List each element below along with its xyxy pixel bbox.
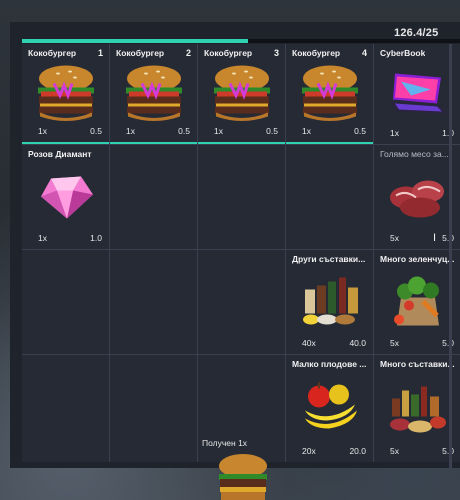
inventory-slot[interactable]: Много зеленчуц... 5x5.0 xyxy=(374,250,460,354)
item-count: 5x xyxy=(390,233,399,243)
burger-icon xyxy=(210,63,274,126)
inventory-slot[interactable] xyxy=(22,250,109,354)
item-name: Голямо месо за... xyxy=(380,149,449,159)
item-count: 1x xyxy=(38,126,47,136)
inventory-slot[interactable]: Кокобургер 2 1x 0.5 xyxy=(110,44,197,144)
weight-bar-fill xyxy=(22,39,248,43)
item-name: Кокобургер xyxy=(292,48,341,58)
item-weight: 0.5 xyxy=(90,126,102,136)
fruit-icon xyxy=(299,380,361,441)
item-weight: 40.0 xyxy=(349,338,366,348)
groceries-icon xyxy=(297,276,363,333)
item-count: 1x xyxy=(302,126,311,136)
item-name: Розов Диамант xyxy=(28,149,92,159)
meat-icon xyxy=(386,172,450,227)
item-name: Малко плодове ... xyxy=(292,359,367,369)
item-count: 1x xyxy=(126,126,135,136)
item-weight: 0.5 xyxy=(266,126,278,136)
inventory-slot[interactable]: Розов Диамант 1x 1.0 xyxy=(22,145,109,249)
dragged-burger-icon xyxy=(219,454,267,500)
inventory-slot[interactable]: CyberBook 1x1.0 xyxy=(374,44,460,144)
inventory-slot[interactable] xyxy=(110,355,197,462)
hotkey-number: 4 xyxy=(361,48,367,58)
item-weight: 20.0 xyxy=(349,446,366,456)
weight-readout: 126.4/25 xyxy=(394,27,439,39)
hotkey-number: 3 xyxy=(273,48,279,58)
inventory-slot[interactable]: Получен 1x xyxy=(198,355,285,462)
burger-icon xyxy=(122,63,186,126)
item-name: Много съставки... xyxy=(380,359,455,369)
item-weight: 1.0 xyxy=(90,233,102,243)
inventory-slot[interactable] xyxy=(198,250,285,354)
item-name: Други съставки... xyxy=(292,254,366,264)
hotkey-number: 2 xyxy=(185,48,191,58)
item-count: 1x xyxy=(38,233,47,243)
laptop-icon xyxy=(387,70,449,123)
hotkey-number: 1 xyxy=(97,48,103,58)
item-count: 5x xyxy=(390,338,399,348)
inventory-scrollbar[interactable] xyxy=(449,44,452,468)
item-count: 20x xyxy=(302,446,316,456)
item-count: 40x xyxy=(302,338,316,348)
item-weight: 0.5 xyxy=(354,126,366,136)
inventory-slot[interactable] xyxy=(110,250,197,354)
inventory-slot[interactable]: Кокобургер 4 1x 0.5 xyxy=(286,44,373,144)
inventory-grid: Кокобургер 1 1x 0.5 Кокобургер 2 1x 0.5 Кокобу… xyxy=(22,44,460,462)
item-name: Кокобургер xyxy=(204,48,253,58)
vegetables-icon xyxy=(387,276,449,333)
ingredients-icon xyxy=(386,382,450,439)
inventory-slot[interactable] xyxy=(286,145,373,249)
inventory-slot[interactable]: Кокобургер 3 1x 0.5 xyxy=(198,44,285,144)
item-weight: 0.5 xyxy=(178,126,190,136)
inventory-slot[interactable]: Кокобургер 1 1x 0.5 xyxy=(22,44,109,144)
burger-icon xyxy=(298,63,362,126)
received-notification: Получен 1x xyxy=(202,438,248,448)
item-count: 5x xyxy=(390,446,399,456)
inventory-slot[interactable]: Много съставки... 5x5.0 xyxy=(374,355,460,462)
diamond-icon xyxy=(37,173,95,226)
inventory-slot[interactable] xyxy=(198,145,285,249)
inventory-slot[interactable] xyxy=(22,355,109,462)
inventory-slot[interactable]: Голямо месо за... 5x5.0 xyxy=(374,145,460,249)
text-cursor-icon: I xyxy=(433,232,437,244)
inventory-slot[interactable] xyxy=(110,145,197,249)
item-count: 1x xyxy=(214,126,223,136)
weight-bar-track xyxy=(248,39,460,43)
item-name: Много зеленчуц... xyxy=(380,254,455,264)
item-name: Кокобургер xyxy=(116,48,165,58)
item-name: CyberBook xyxy=(380,48,426,58)
item-name: Кокобургер xyxy=(28,48,77,58)
burger-icon xyxy=(34,63,98,126)
inventory-slot[interactable]: Други съставки... 40x 40.0 xyxy=(286,250,373,354)
item-count: 1x xyxy=(390,128,399,138)
inventory-slot[interactable]: Малко плодове ... 20x 20.0 xyxy=(286,355,373,462)
